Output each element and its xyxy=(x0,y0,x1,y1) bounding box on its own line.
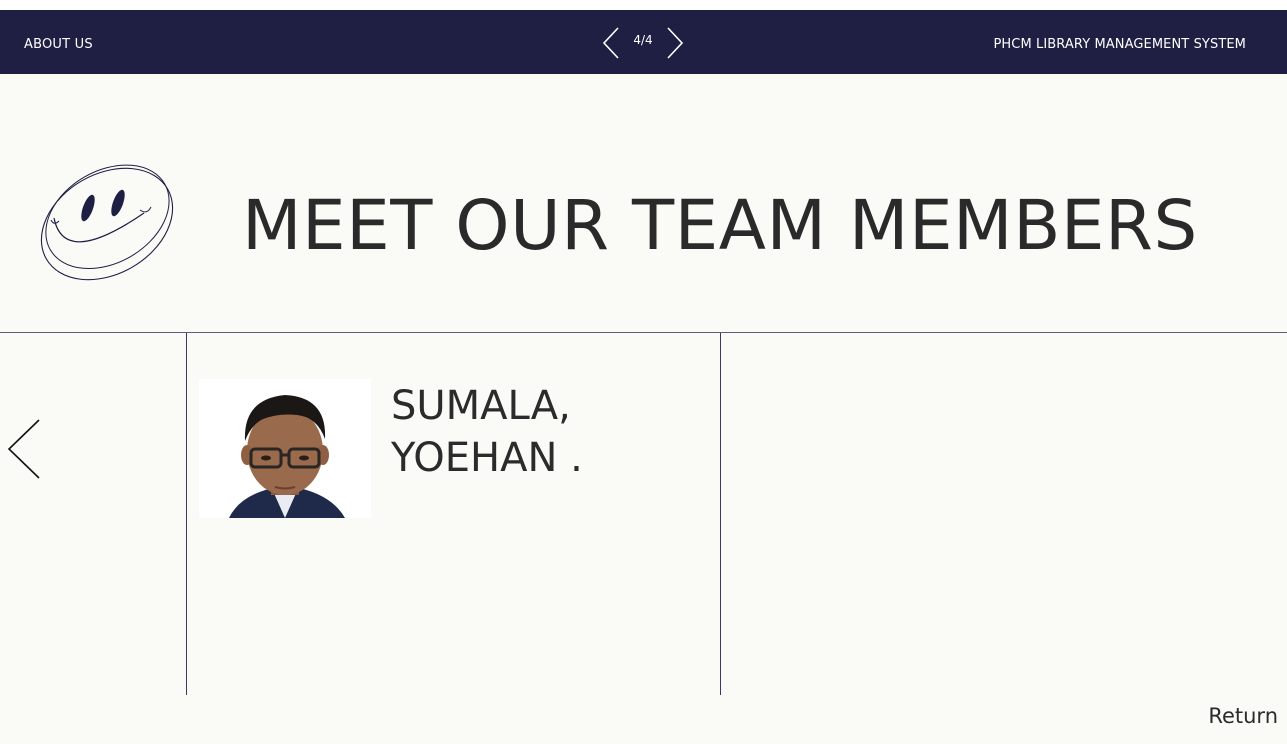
member-portrait xyxy=(199,379,371,518)
member-name: SUMALA, YOEHAN . xyxy=(391,380,583,484)
chevron-left-icon[interactable] xyxy=(600,26,622,60)
column-divider-right xyxy=(720,333,721,695)
back-arrow-icon[interactable] xyxy=(5,417,45,481)
member-name-line1: SUMALA, xyxy=(391,383,571,429)
page-indicator: 4/4 xyxy=(633,33,653,47)
column-divider-left xyxy=(186,333,187,695)
horizontal-divider xyxy=(0,332,1287,333)
member-photo xyxy=(199,379,371,518)
top-strip xyxy=(0,0,1287,10)
smiley-icon xyxy=(40,164,174,281)
page-navigator: 4/4 xyxy=(600,26,686,60)
header-bar: ABOUT US 4/4 PHCM LIBRARY MANAGEMENT SYS… xyxy=(0,10,1287,74)
return-link[interactable]: Return xyxy=(1208,704,1278,728)
member-name-line2: YOEHAN . xyxy=(391,435,583,481)
page-title: MEET OUR TEAM MEMBERS xyxy=(242,186,1198,266)
about-us-link[interactable]: ABOUT US xyxy=(24,37,93,52)
chevron-right-icon[interactable] xyxy=(664,26,686,60)
brand-title: PHCM LIBRARY MANAGEMENT SYSTEM xyxy=(993,37,1246,52)
